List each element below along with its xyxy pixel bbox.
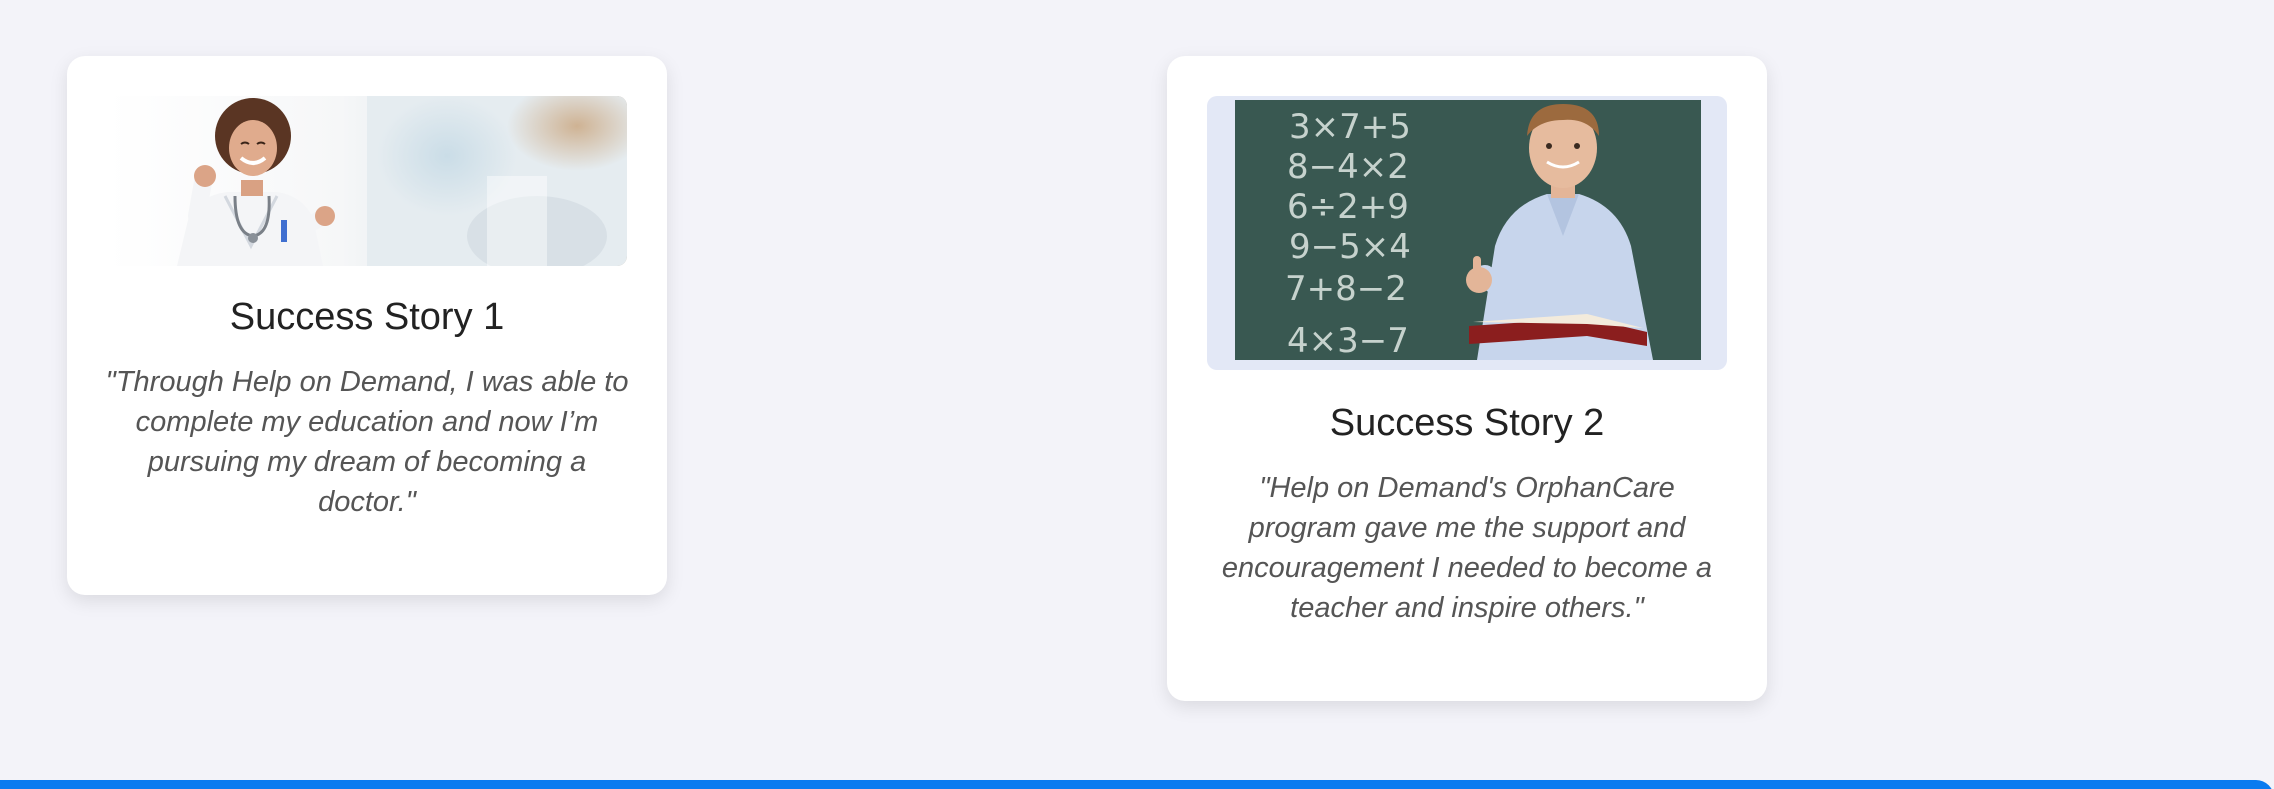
doctor-photo — [107, 96, 627, 266]
story-title: Success Story 1 — [229, 296, 505, 338]
chalk-line-1: 3×7+5 — [1289, 107, 1411, 147]
chalk-line-3: 6÷2+9 — [1287, 187, 1409, 227]
story-title: Success Story 2 — [1329, 402, 1605, 444]
chalk-line-4: 9−5×4 — [1289, 227, 1411, 267]
teacher-photo: 3×7+5 8−4×2 6÷2+9 9−5×4 7+8−2 4×3−7 — [1207, 96, 1727, 370]
success-story-card-1: Success Story 1 "Through Help on Demand,… — [67, 56, 667, 595]
footer-accent-bar — [0, 780, 2274, 789]
page: Success Story 1 "Through Help on Demand,… — [0, 0, 2274, 789]
chalk-line-5: 7+8−2 — [1285, 269, 1407, 309]
chalk-line-6: 4×3−7 — [1287, 321, 1409, 361]
story-quote: "Through Help on Demand, I was able to c… — [105, 366, 629, 518]
chalk-line-2: 8−4×2 — [1287, 147, 1409, 187]
success-story-card-2: 3×7+5 8−4×2 6÷2+9 9−5×4 7+8−2 4×3−7 Succ… — [1167, 56, 1767, 701]
story-quote: "Help on Demand's OrphanCare program gav… — [1221, 472, 1713, 624]
